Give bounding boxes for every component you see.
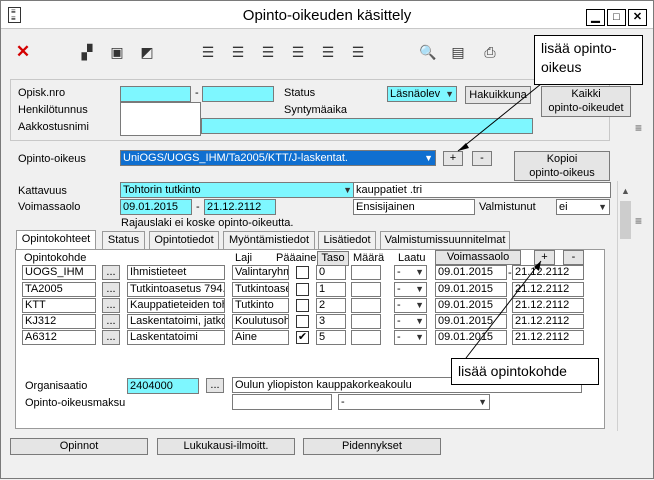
app-window: ≡ ≡ Opinto-oikeuden käsittely ▁ □ ✕ ✕ ▞ ▣… [0, 0, 654, 479]
callout-add-unit: lisää opintokohde [451, 358, 599, 385]
arrow-add-unit [465, 260, 542, 359]
arrow-head [458, 143, 469, 151]
arrow-add-right [457, 83, 542, 152]
callout-add-right: lisää opinto- oikeus [534, 35, 643, 85]
